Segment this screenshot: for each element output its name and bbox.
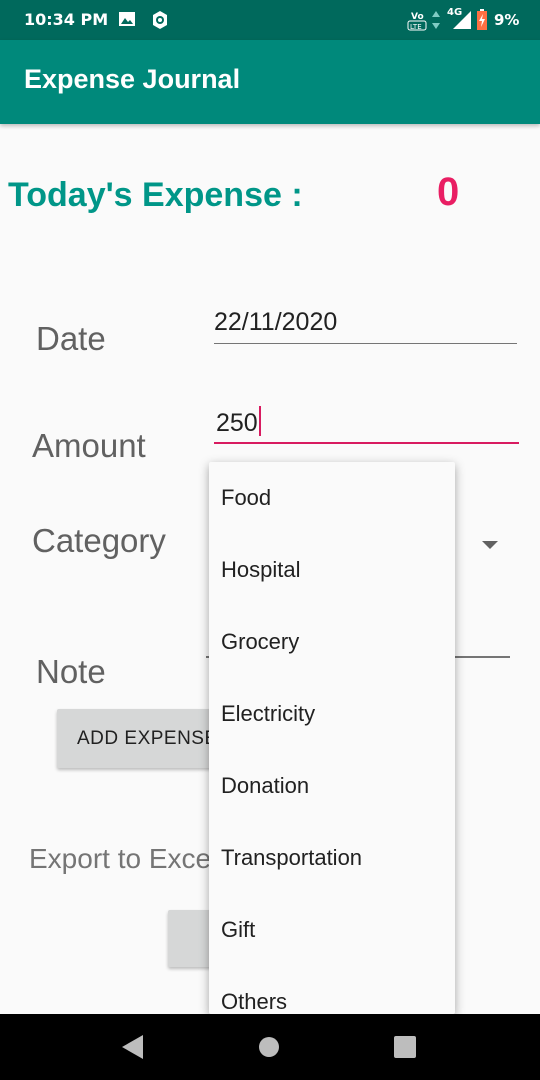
signal-icon <box>453 11 471 29</box>
navigation-bar <box>0 1014 540 1080</box>
settings-icon <box>153 11 167 29</box>
recents-icon[interactable] <box>394 1036 416 1058</box>
status-bar: 10:34 PM Vo LTE 4G 9% <box>0 0 540 40</box>
date-value: 22/11/2020 <box>214 308 338 336</box>
dropdown-item-grocery[interactable]: Grocery <box>209 606 455 678</box>
status-time: 10:34 PM <box>24 10 109 29</box>
battery-percent: 9% <box>494 11 520 29</box>
amount-field[interactable]: 250 <box>214 400 519 444</box>
svg-text:LTE: LTE <box>410 23 422 31</box>
volte-icon: Vo LTE <box>407 12 427 31</box>
amount-label: Amount <box>32 427 146 464</box>
app-title: Expense Journal <box>24 64 241 94</box>
dropdown-item-others[interactable]: Others <box>209 966 455 1014</box>
back-icon[interactable] <box>121 1034 145 1060</box>
dropdown-item-donation[interactable]: Donation <box>209 750 455 822</box>
category-dropdown-arrow-icon[interactable] <box>482 541 498 549</box>
dropdown-item-hospital[interactable]: Hospital <box>209 534 455 606</box>
category-dropdown-menu: Food Hospital Grocery Electricity Donati… <box>209 462 455 1014</box>
amount-value: 250 <box>216 409 258 437</box>
todays-expense-label: Today's Expense : <box>8 176 303 214</box>
dropdown-item-food[interactable]: Food <box>209 462 455 534</box>
date-label: Date <box>36 320 106 357</box>
data-arrows-icon <box>432 11 440 29</box>
date-field[interactable]: 22/11/2020 <box>214 302 517 344</box>
text-cursor <box>258 406 261 436</box>
note-label: Note <box>36 653 106 690</box>
dropdown-item-transportation[interactable]: Transportation <box>209 822 455 894</box>
export-to-excel-label: Export to Excel <box>29 843 218 874</box>
battery-icon <box>477 9 487 30</box>
dropdown-item-electricity[interactable]: Electricity <box>209 678 455 750</box>
gallery-icon <box>119 12 135 26</box>
todays-expense-value: 0 <box>437 170 460 214</box>
app-bar: Expense Journal <box>0 40 540 124</box>
home-icon[interactable] <box>259 1037 279 1057</box>
dropdown-item-gift[interactable]: Gift <box>209 894 455 966</box>
category-label: Category <box>32 522 166 559</box>
